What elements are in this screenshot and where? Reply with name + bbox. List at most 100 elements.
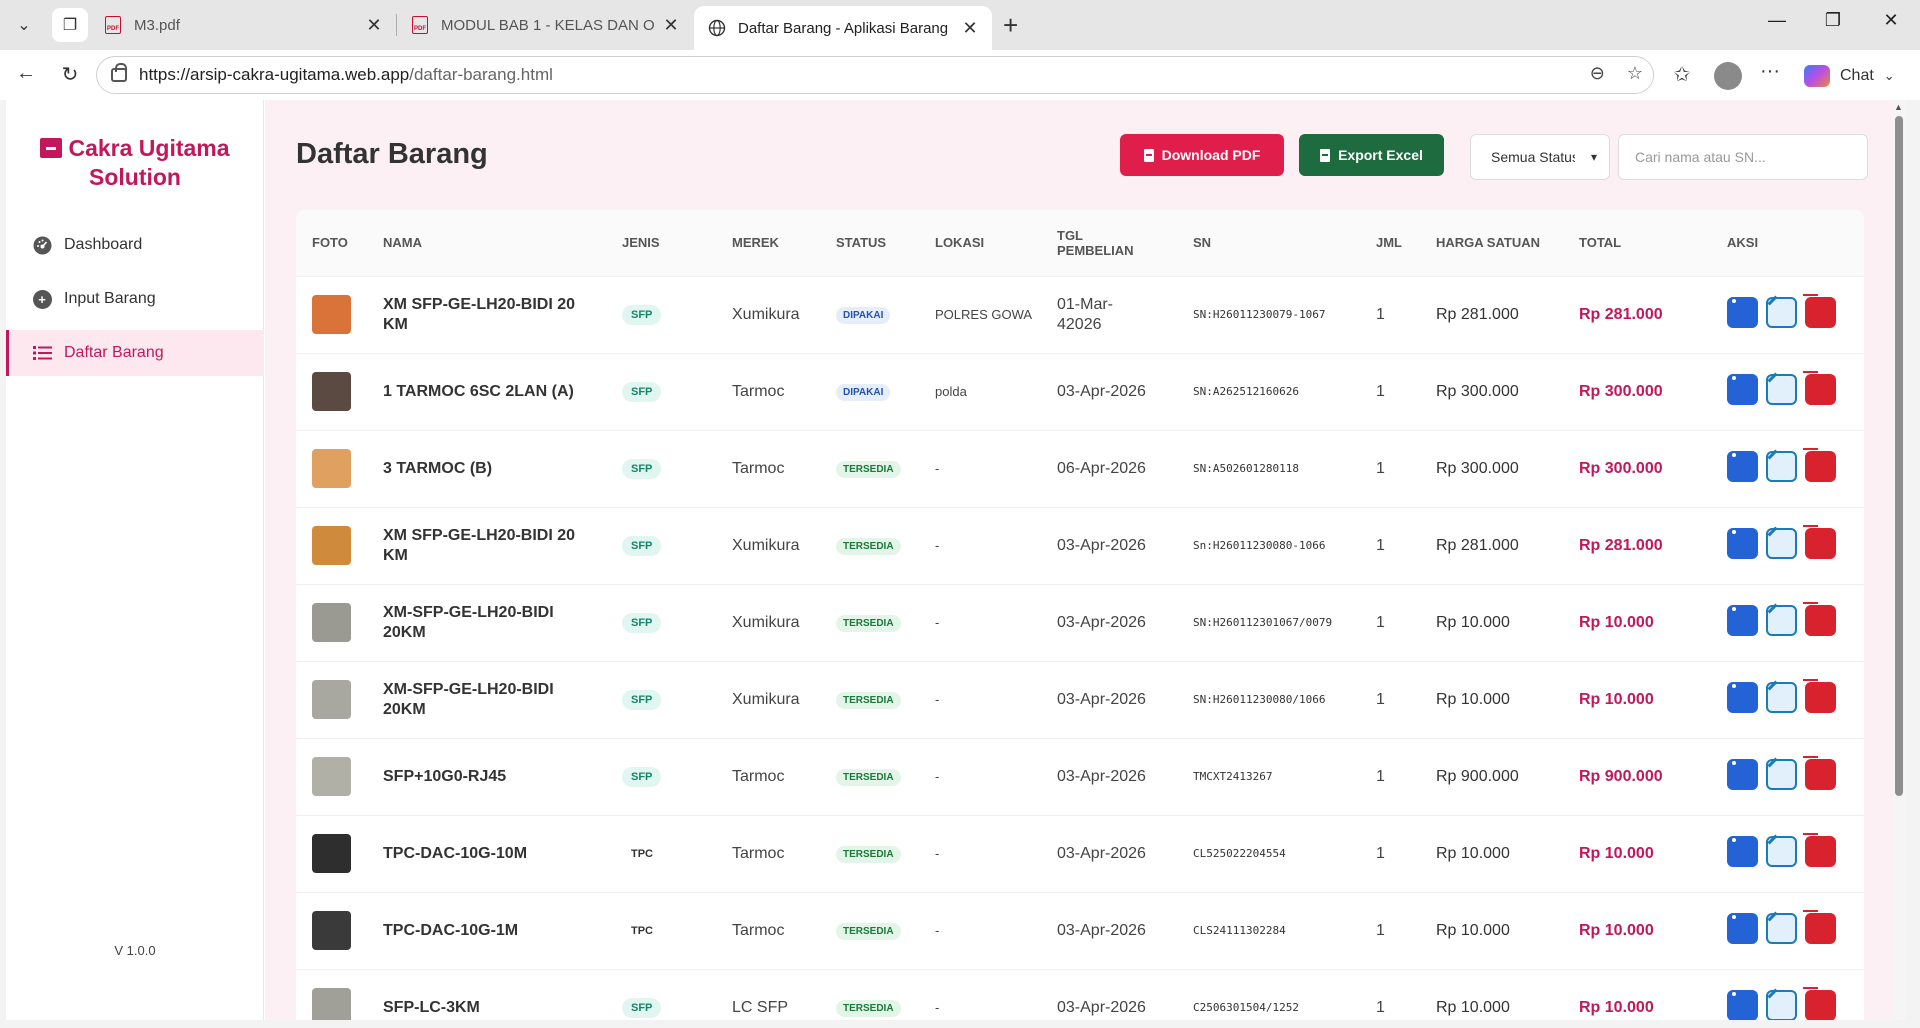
delete-button[interactable] (1803, 755, 1836, 790)
tab-title: MODUL BAB 1 - KELAS DAN OBJEK (441, 16, 655, 34)
view-button[interactable] (1727, 681, 1758, 713)
delete-button[interactable] (1803, 293, 1836, 328)
copilot-chat-button[interactable]: Chat ⌄ (1804, 60, 1912, 92)
trash-icon (1803, 832, 1836, 867)
edit-button[interactable] (1766, 527, 1797, 559)
cell-harga-satuan: Rp 300.000 (1420, 429, 1563, 507)
cell-merek: Xumikura (716, 275, 820, 353)
cell-tgl-pembelian: 03-Apr-2026 (1041, 352, 1177, 430)
edit-icon (1766, 989, 1797, 1020)
delete-button[interactable] (1803, 447, 1836, 482)
status-badge: TERSEDIA (836, 923, 901, 940)
delete-button[interactable] (1803, 832, 1836, 867)
edit-button[interactable] (1766, 835, 1797, 867)
status-badge: TERSEDIA (836, 461, 901, 478)
download-pdf-button[interactable]: Download PDF (1120, 134, 1284, 176)
view-button[interactable] (1727, 527, 1758, 559)
item-photo[interactable] (312, 911, 351, 950)
cell-tgl-pembelian: 03-Apr-2026 (1041, 891, 1177, 969)
close-tab-icon[interactable]: ✕ (366, 15, 382, 36)
minimize-icon[interactable]: — (1754, 10, 1800, 31)
refresh-icon[interactable]: ↻ (56, 62, 84, 87)
view-button[interactable] (1727, 373, 1758, 405)
edit-button[interactable] (1766, 681, 1797, 713)
item-photo[interactable] (312, 757, 351, 796)
edit-button[interactable] (1766, 912, 1797, 944)
sidebar-item-input-barang[interactable]: + Input Barang (6, 276, 264, 322)
edit-button[interactable] (1766, 373, 1797, 405)
cell-nama: 3 TARMOC (B) (367, 429, 606, 507)
table-row: XM SFP-GE-LH20-BIDI 20 KM SFP Xumikura TERS… (296, 506, 1864, 584)
item-photo[interactable] (312, 680, 351, 719)
close-window-icon[interactable]: ✕ (1868, 10, 1914, 31)
profile-avatar[interactable] (1714, 62, 1742, 90)
edit-button[interactable] (1766, 450, 1797, 482)
item-photo[interactable] (312, 834, 351, 873)
edit-button[interactable] (1766, 758, 1797, 790)
view-button[interactable] (1727, 296, 1758, 328)
trash-icon (1803, 524, 1836, 559)
export-excel-button[interactable]: Export Excel (1299, 134, 1444, 176)
item-photo[interactable] (312, 603, 351, 642)
item-photo[interactable] (312, 988, 351, 1020)
delete-button[interactable] (1803, 678, 1836, 713)
zoom-icon[interactable]: ⊖ (1590, 63, 1605, 84)
tab-title: Daftar Barang - Aplikasi Barang (738, 19, 949, 37)
address-bar[interactable]: https://arsip-cakra-ugitama.web.app/daft… (96, 56, 1654, 94)
sidebar-item-dashboard[interactable]: Dashboard (6, 222, 264, 268)
cell-status: TERSEDIA (820, 429, 919, 507)
view-button[interactable] (1727, 758, 1758, 790)
close-tab-icon[interactable]: ✕ (663, 15, 679, 36)
jenis-badge: SFP (622, 997, 662, 1018)
view-button[interactable] (1727, 912, 1758, 944)
table-row: 3 TARMOC (B) SFP Tarmoc TERSEDIA -06-Apr-202… (296, 429, 1864, 507)
item-photo[interactable] (312, 449, 351, 488)
tab-actions-chevron-icon[interactable]: ⌄ (6, 8, 42, 42)
delete-button[interactable] (1803, 986, 1836, 1020)
cell-lokasi: - (919, 429, 1041, 507)
favorite-star-icon[interactable]: ☆ (1627, 63, 1643, 84)
edit-button[interactable] (1766, 604, 1797, 636)
cell-tgl-pembelian: 03-Apr-2026 (1041, 968, 1177, 1020)
view-button[interactable] (1727, 450, 1758, 482)
cell-jml: 1 (1360, 429, 1420, 507)
back-arrow-icon[interactable]: ← (12, 62, 40, 85)
scroll-up-icon[interactable]: ▲ (1894, 102, 1903, 112)
brand-logo[interactable]: Cakra Ugitama Solution (6, 134, 264, 192)
delete-button[interactable] (1803, 370, 1836, 405)
table-row: XM-SFP-GE-LH20-BIDI 20KM SFP Xumikura TERSE… (296, 583, 1864, 661)
delete-button[interactable] (1803, 524, 1836, 559)
workspaces-icon[interactable]: ❐ (52, 8, 88, 42)
view-button[interactable] (1727, 604, 1758, 636)
restore-icon[interactable]: ❐ (1810, 10, 1856, 31)
scrollbar-thumb[interactable] (1895, 116, 1903, 796)
edit-button[interactable] (1766, 989, 1797, 1020)
item-photo[interactable] (312, 295, 351, 334)
more-options-icon[interactable]: ··· (1756, 60, 1784, 83)
col-header-tgl-line2: PEMBELIAN (1057, 242, 1134, 258)
view-button[interactable] (1727, 835, 1758, 867)
delete-button[interactable] (1803, 909, 1836, 944)
cell-sn: SN:H26011230079-1067 (1177, 275, 1360, 353)
cell-jml: 1 (1360, 814, 1420, 892)
app-version: V 1.0.0 (114, 943, 156, 958)
item-photo[interactable] (312, 526, 351, 565)
cell-harga-satuan: Rp 300.000 (1420, 352, 1563, 430)
delete-button[interactable] (1803, 601, 1836, 636)
favorites-icon[interactable]: ✩ (1668, 62, 1696, 87)
sidebar-item-daftar-barang[interactable]: Daftar Barang (6, 330, 264, 376)
tab-m3-pdf[interactable]: PDF M3.pdf ✕ (90, 6, 396, 44)
item-photo[interactable] (312, 372, 351, 411)
view-button[interactable] (1727, 989, 1758, 1020)
main-content: Daftar Barang Download PDF Export Excel … (265, 100, 1906, 1020)
tab-daftar-barang[interactable]: Daftar Barang - Aplikasi Barang ✕ (694, 6, 992, 50)
search-input[interactable] (1618, 134, 1868, 180)
cell-merek: LC SFP (716, 968, 820, 1020)
cell-sn: CLS24111302284 (1177, 891, 1360, 969)
page-scrollbar[interactable]: ▲ (1892, 100, 1906, 1020)
tab-modul-bab-1[interactable]: PDF MODUL BAB 1 - KELAS DAN OBJEK ✕ (397, 6, 693, 44)
close-tab-icon[interactable]: ✕ (962, 18, 978, 39)
edit-button[interactable] (1766, 296, 1797, 328)
status-filter-select[interactable]: Semua Status ▾ (1470, 134, 1610, 180)
new-tab-icon[interactable]: + (1003, 12, 1018, 38)
